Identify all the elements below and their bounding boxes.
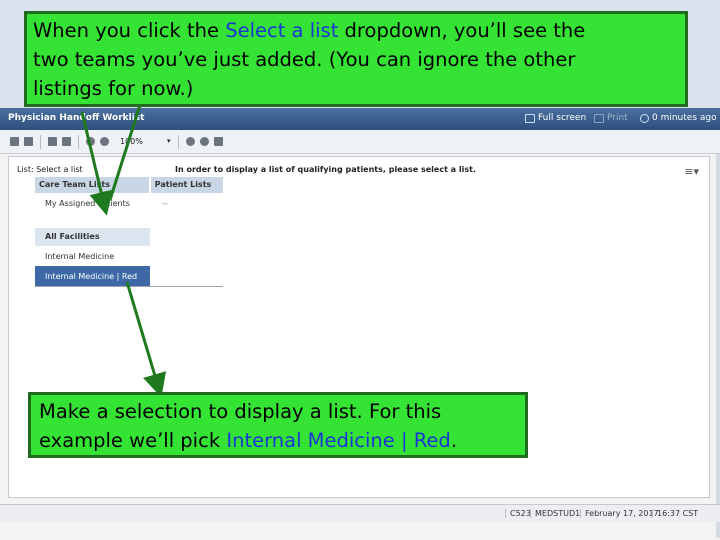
my-assigned-patients-item[interactable]: My Assigned Patients: [35, 199, 152, 208]
patient-list-placeholder: --: [162, 198, 168, 208]
callout-highlight: Internal Medicine | Red: [226, 429, 451, 452]
list-item-internal-medicine-red[interactable]: Internal Medicine | Red: [35, 266, 150, 286]
callout-text: Make a selection to display a list. For …: [39, 400, 442, 423]
instruction-callout-top: When you click the Select a list dropdow…: [24, 11, 688, 107]
status-user: MEDSTUD1: [530, 509, 584, 518]
toolbar-divider: [40, 135, 41, 149]
care-team-lists-header: Care Team Lists: [35, 177, 149, 193]
status-time: 16:37 CST: [652, 509, 702, 518]
print-button[interactable]: Print: [594, 113, 628, 123]
window-title: Physician Handoff Worklist: [8, 113, 145, 123]
callout-text: example we’ll pick: [39, 429, 227, 452]
panel-menu-icon[interactable]: ≡▾: [684, 165, 699, 178]
callout-text: two teams you’ve just added. (You can ig…: [33, 48, 576, 71]
status-bar: C523 MEDSTUD1 February 17, 2017 16:37 CS…: [0, 504, 720, 522]
callout-text: .: [450, 429, 458, 452]
zoom-in-icon[interactable]: [100, 137, 109, 146]
app-window: Physician Handoff Worklist Full screen P…: [0, 108, 720, 540]
copy-icon[interactable]: [62, 137, 71, 146]
refresh-label: 0 minutes ago: [652, 113, 717, 123]
home-icon[interactable]: [214, 137, 223, 146]
patient-info-icon[interactable]: [10, 137, 19, 146]
toolbar: 100% ▾: [0, 130, 720, 154]
zoom-dropdown-icon[interactable]: ▾: [167, 137, 171, 145]
full-screen-icon: [525, 113, 535, 123]
callout-highlight: Select a list: [225, 19, 339, 42]
callout-text: listings for now.): [33, 77, 194, 100]
refresh-button[interactable]: 0 minutes ago: [640, 113, 717, 123]
print-icon: [594, 113, 604, 123]
title-bar: Physician Handoff Worklist Full screen P…: [0, 108, 720, 130]
print-tool-icon[interactable]: [48, 137, 57, 146]
refresh-icon: [640, 113, 649, 123]
callout-text: When you click the: [33, 19, 226, 42]
documents-icon[interactable]: [24, 137, 33, 146]
toolbar-divider: [178, 135, 179, 149]
zoom-out-icon[interactable]: [86, 137, 95, 146]
list-dropdown-menu: Care Team Lists Patient Lists My Assigne…: [35, 177, 223, 287]
select-list-dropdown[interactable]: List: Select a list: [17, 165, 83, 174]
print-label: Print: [607, 113, 628, 123]
callout-text: dropdown, you’ll see the: [338, 19, 586, 42]
instruction-callout-bottom: Make a selection to display a list. For …: [28, 392, 528, 458]
scrollbar[interactable]: [716, 154, 720, 538]
status-icon[interactable]: [186, 137, 195, 146]
help-icon[interactable]: [200, 137, 209, 146]
status-date: February 17, 2017: [580, 509, 663, 518]
full-screen-label: Full screen: [538, 113, 587, 123]
all-facilities-group: All Facilities: [35, 228, 150, 246]
select-list-prompt: In order to display a list of qualifying…: [175, 165, 476, 174]
full-screen-button[interactable]: Full screen: [525, 113, 586, 123]
list-item-internal-medicine[interactable]: Internal Medicine: [35, 246, 150, 266]
patient-lists-header: Patient Lists: [150, 177, 223, 193]
toolbar-divider: [78, 135, 79, 149]
zoom-level[interactable]: 100%: [120, 137, 143, 146]
